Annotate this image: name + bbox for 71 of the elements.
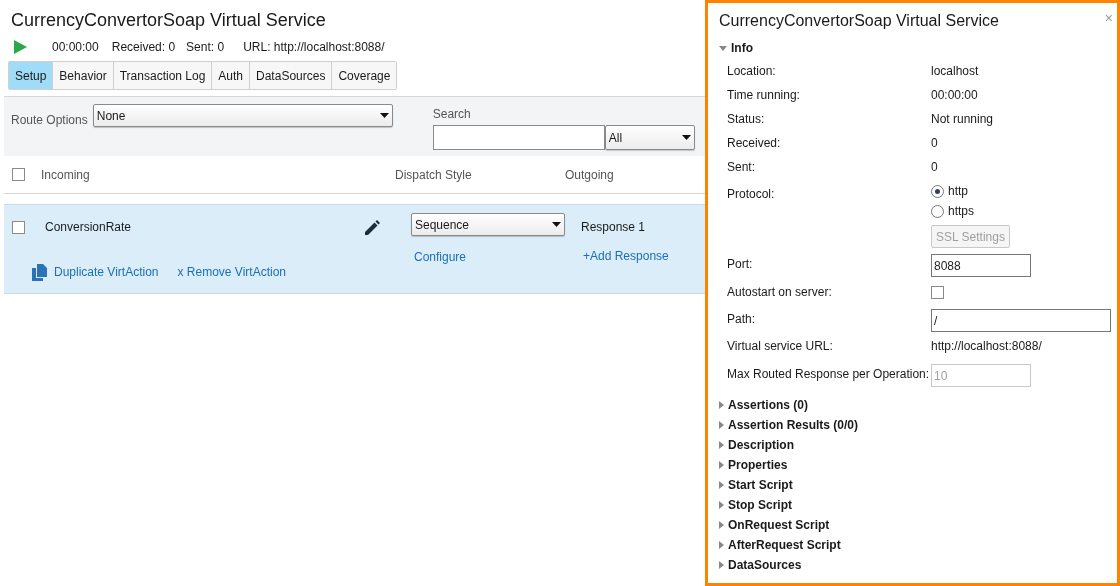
dispatch-style-dropdown[interactable]: Sequence <box>411 213 565 236</box>
service-url: URL: http://localhost:8088/ <box>243 39 385 56</box>
field-label: Autostart on server: <box>727 284 833 301</box>
remove-link[interactable]: x Remove VirtAction <box>177 263 286 281</box>
section-header[interactable]: Info <box>719 40 753 56</box>
section-header[interactable]: Properties <box>719 457 788 473</box>
field-value: Not running <box>931 111 994 128</box>
radio-button[interactable] <box>931 184 944 198</box>
field-label: Status: <box>727 111 766 128</box>
field-label: Protocol: <box>727 186 776 203</box>
tab[interactable]: Coverage <box>331 62 397 89</box>
checkbox[interactable] <box>931 285 944 299</box>
search-label: Search <box>432 106 472 123</box>
column-header: Dispatch Style <box>395 166 473 184</box>
field-value: 0 <box>931 159 938 176</box>
virtaction-row[interactable]: ConversionRate Duplicate VirtAction x Remove VirtAction Sequence Configure Response 1 +Add Response <box>4 204 705 294</box>
column-header: Outgoing <box>565 166 614 184</box>
field-label: Time running: <box>727 87 801 104</box>
field-label: Sent: <box>727 159 757 176</box>
tab[interactable]: Setup <box>9 62 53 89</box>
radio-label: http <box>948 183 968 200</box>
configure-link[interactable]: Configure <box>414 248 467 266</box>
route-options-label: Route Options <box>11 112 88 129</box>
add-response-link[interactable]: +Add Response <box>583 247 669 265</box>
caret-icon <box>552 222 561 227</box>
action-name: ConversionRate <box>45 219 133 236</box>
field-value: localhost <box>931 63 979 80</box>
radio-label: https <box>948 203 974 220</box>
panel-title: CurrencyConvertorSoap Virtual Service <box>719 11 999 31</box>
text-input: 10 <box>931 364 1031 387</box>
field-label: Max Routed Response per Operation: <box>727 366 931 383</box>
response-name: Response 1 <box>581 219 646 236</box>
section-header[interactable]: DataSources <box>719 557 802 573</box>
received-count: Received: 0 <box>111 39 176 56</box>
column-header: Incoming <box>41 166 91 184</box>
tab[interactable]: DataSources <box>249 62 332 89</box>
checkbox[interactable] <box>12 220 25 234</box>
filter-dropdown[interactable]: All <box>604 125 695 150</box>
field-value: http://localhost:8088/ <box>931 338 1042 355</box>
field-value: 0 <box>931 135 938 152</box>
pencil-icon[interactable] <box>365 219 380 235</box>
radio-button[interactable] <box>931 204 944 218</box>
caret-icon <box>681 135 691 140</box>
field-label: Path: <box>727 311 757 328</box>
search-field[interactable] <box>432 125 605 150</box>
text-input[interactable]: 8088 <box>931 254 1031 277</box>
field-label: Received: <box>727 135 782 152</box>
tab[interactable]: Behavior <box>52 62 113 89</box>
play-icon[interactable] <box>14 40 27 54</box>
field-label: Port: <box>727 256 754 273</box>
field-label: Virtual service URL: <box>727 338 834 355</box>
route-options-dropdown[interactable]: None <box>92 104 393 127</box>
section-header[interactable]: Description <box>719 437 794 453</box>
section-header[interactable]: Assertion Results (0/0) <box>719 417 859 433</box>
section-header[interactable]: Stop Script <box>719 497 792 513</box>
field-label: Location: <box>727 63 777 80</box>
copy-icon <box>32 263 48 281</box>
elapsed-time: 00:00:00 <box>52 39 99 56</box>
text-input[interactable]: / <box>931 309 1111 332</box>
duplicate-link[interactable]: Duplicate VirtAction <box>32 263 159 281</box>
sent-count: Sent: 0 <box>186 39 225 56</box>
tab[interactable]: Transaction Log <box>112 62 212 89</box>
tab[interactable]: Auth <box>211 62 250 89</box>
section-header[interactable]: Start Script <box>719 477 793 493</box>
section-header[interactable]: OnRequest Script <box>719 517 830 533</box>
caret-icon <box>379 113 389 118</box>
checkbox[interactable] <box>12 168 25 181</box>
section-header[interactable]: AfterRequest Script <box>719 537 841 553</box>
section-header[interactable]: Assertions (0) <box>719 397 809 413</box>
field-value: 00:00:00 <box>931 87 978 104</box>
page-title: CurrencyConvertorSoap Virtual Service <box>10 9 327 31</box>
